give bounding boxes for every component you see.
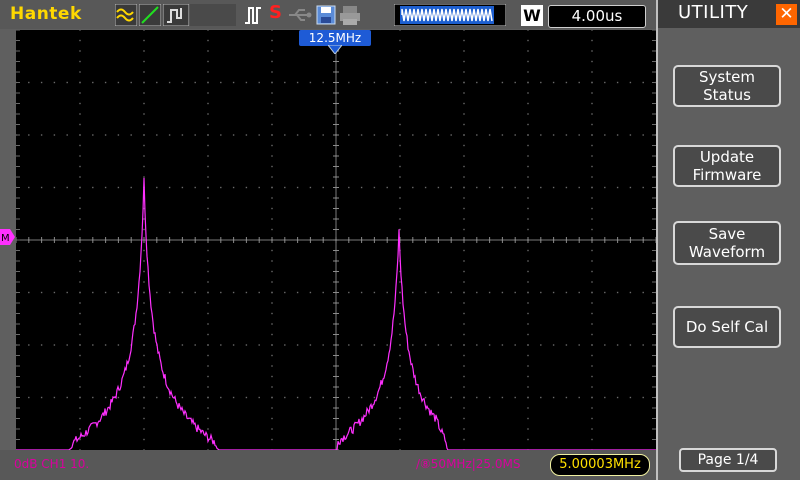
system-status-button[interactable]: System Status [673,65,781,107]
print-icon [340,6,360,25]
channel-info: 0dB CH1 10. [14,457,90,471]
button-label-line2: Waveform [688,243,766,261]
memory-waveform-icon [394,4,506,26]
self-cal-button[interactable]: Do Self Cal [673,306,781,348]
save-waveform-button[interactable]: Save Waveform [673,221,781,265]
close-button[interactable]: ✕ [776,4,797,25]
status-slot [190,4,236,26]
stop-s-icon: S [269,2,282,23]
timebase-readout: 4.00us [548,5,646,28]
waveform-display [15,29,657,451]
runstop-icon[interactable] [163,4,189,26]
pulse-icon [245,7,261,24]
panel-title: UTILITY [678,2,749,23]
save-icon [316,5,336,25]
button-label-line1: Save [708,225,746,243]
mode-badge: W [521,5,543,26]
acquire-icon[interactable] [115,4,137,26]
svg-text:M: M [1,233,10,244]
button-label-line2: Firmware [692,166,762,184]
button-label-line1: Do Self Cal [685,318,769,336]
edge-icon[interactable] [139,4,161,26]
button-label-line1: System [699,68,755,86]
fft-settings-info: /⑧50MHz|25.0MS [416,457,521,471]
button-label-line2: Status [703,86,751,104]
brand-logo: Hantek [10,4,82,24]
button-label-line1: Update [699,148,755,166]
usb-icon [289,9,312,21]
frequency-readout: 5.00003MHz [550,454,650,476]
cursor-frequency-label[interactable]: 12.5MHz [299,30,371,46]
page-button[interactable]: Page 1/4 [679,448,777,472]
spectrum-plot [15,29,657,451]
channel-marker-icon[interactable]: M [0,229,15,245]
update-firmware-button[interactable]: Update Firmware [673,145,781,187]
cursor-pointer-icon[interactable] [328,45,342,54]
